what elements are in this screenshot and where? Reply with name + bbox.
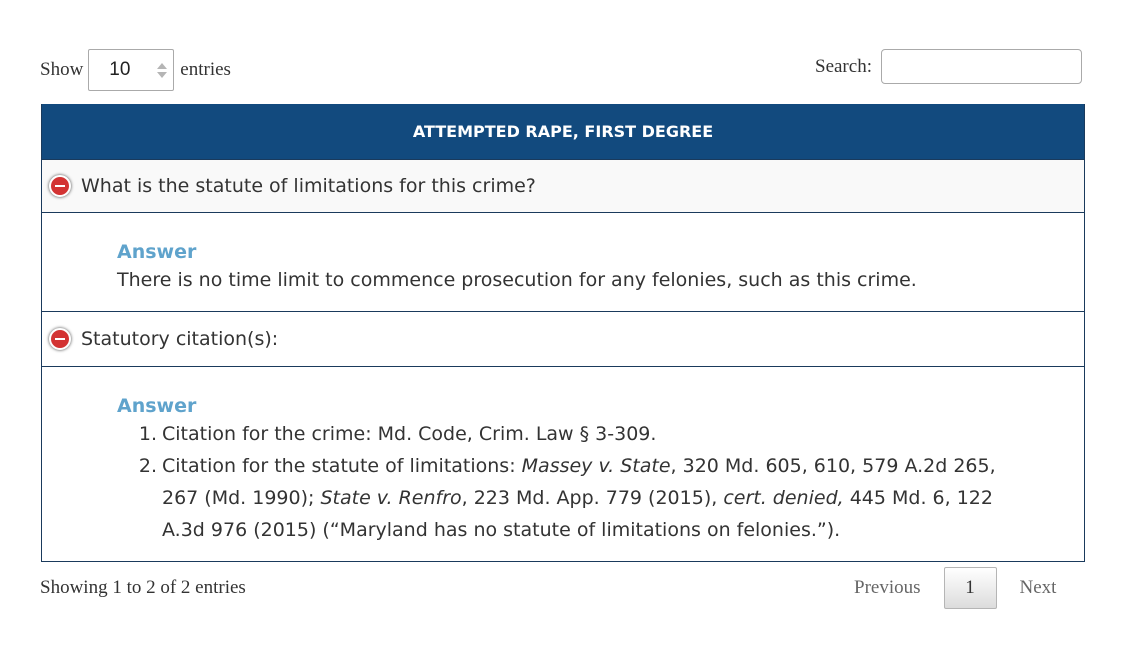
show-label: Show — [40, 59, 84, 80]
table-row[interactable]: What is the statute of limitations for t… — [42, 159, 1084, 212]
search-label: Search: — [815, 55, 872, 77]
citation-item: 1. Citation for the crime: Md. Code, Cri… — [117, 418, 1037, 450]
answer-label: Answer — [117, 395, 197, 417]
minus-circle-icon[interactable] — [49, 328, 71, 350]
row-question: What is the statute of limitations for t… — [81, 175, 536, 197]
up-down-arrows-icon — [157, 62, 168, 78]
previous-page-button[interactable]: Previous — [835, 567, 940, 609]
entries-length-control: Show 10 entries — [40, 49, 231, 91]
citation-number: 1. — [138, 423, 157, 445]
entries-per-page-select[interactable]: 10 — [88, 49, 175, 91]
row-question: Statutory citation(s): — [81, 328, 279, 350]
citation-text: Citation for the statute of limitations:… — [162, 450, 1037, 546]
entries-per-page-value: 10 — [109, 59, 131, 80]
case-name-renfro: State v. Renfro — [320, 487, 462, 509]
answer-text: There is no time limit to commence prose… — [117, 269, 917, 291]
citation-item: 2. Citation for the statute of limitatio… — [117, 450, 1037, 546]
pagination: Previous 1 Next — [835, 567, 1075, 609]
search-input[interactable] — [880, 49, 1082, 84]
search-control: Search: — [815, 49, 1082, 84]
citation-text: Citation for the crime: Md. Code, Crim. … — [162, 423, 657, 445]
child-row-answer: Answer 1. Citation for the crime: Md. Co… — [42, 366, 1084, 561]
data-table: ATTEMPTED RAPE, FIRST DEGREE What is the… — [41, 104, 1085, 562]
table-row[interactable]: Statutory citation(s): — [42, 311, 1084, 366]
citation-segment: Citation for the statute of limitations: — [162, 455, 522, 477]
minus-circle-icon[interactable] — [49, 175, 71, 197]
table-header-crime[interactable]: ATTEMPTED RAPE, FIRST DEGREE — [42, 104, 1084, 159]
answer-label: Answer — [117, 241, 197, 263]
page-1-button[interactable]: 1 — [943, 567, 997, 609]
citation-segment: , 223 Md. App. 779 (2015), — [461, 487, 724, 509]
citation-list: 1. Citation for the crime: Md. Code, Cri… — [117, 418, 1037, 546]
next-page-button[interactable]: Next — [1001, 567, 1076, 609]
citation-number: 2. — [138, 455, 157, 477]
entries-label: entries — [180, 59, 231, 80]
table-info: Showing 1 to 2 of 2 entries — [40, 577, 246, 598]
case-name-massey: Massey v. State — [521, 455, 671, 477]
child-row-answer: Answer There is no time limit to commenc… — [42, 212, 1084, 311]
cert-denied-text: cert. denied, — [723, 487, 844, 509]
